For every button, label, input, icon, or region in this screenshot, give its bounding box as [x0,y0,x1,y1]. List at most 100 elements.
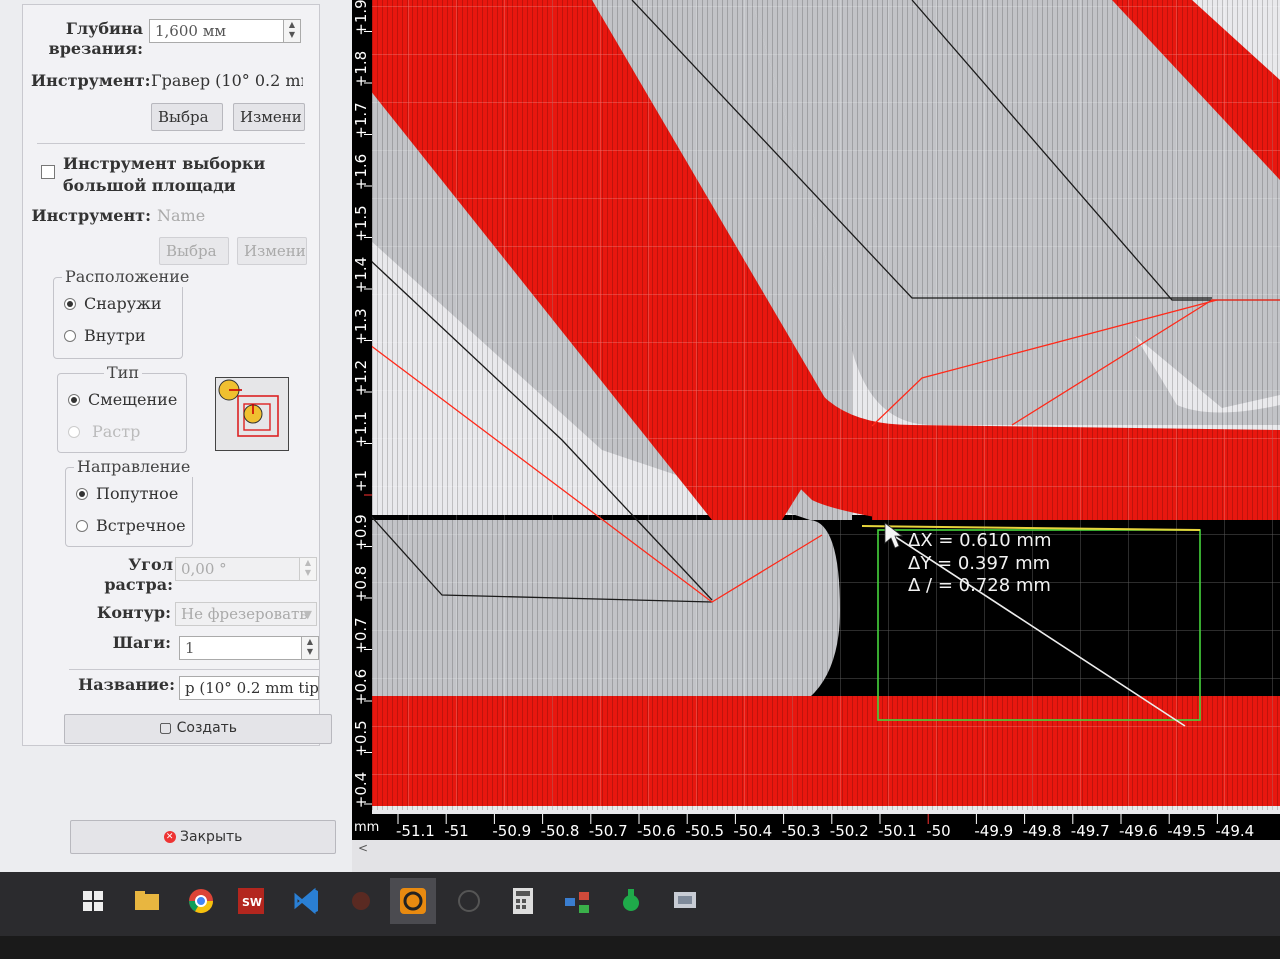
windows-start-icon[interactable] [70,878,116,924]
x-tick-label: -50.8 [541,822,580,840]
close-button[interactable]: ✕ Закрыть [70,820,336,854]
x-tick-label: -50.1 [878,822,917,840]
edit-tool-button[interactable]: Измени [233,103,305,131]
direction-legend: Направление [74,457,194,477]
placement-inside-radio[interactable] [64,330,76,342]
select-tool2-button[interactable]: Выбра [159,237,229,265]
direction-group: Направление Попутное Встречное [65,457,194,547]
app-icon[interactable] [338,878,384,924]
large-area-checkbox[interactable] [41,165,55,179]
depth-input[interactable]: 1,600 мм ▲ ▼ [149,19,301,43]
type-raster-label: Растр [92,422,141,441]
y-tick-label: +1.5 [352,205,370,241]
separator [69,669,319,670]
y-tick-label: +0.6 [352,669,370,705]
tool2-label: Инструмент: [31,206,151,225]
app-icon[interactable] [662,878,708,924]
type-offset-label: Смещение [88,390,178,409]
x-tick-label: -50.2 [830,822,869,840]
x-tick-label: -49.9 [974,822,1013,840]
file-explorer-icon[interactable] [124,878,170,924]
svg-text:SW: SW [242,896,262,909]
select-tool-label: Выбра [158,108,209,126]
placement-group: Расположение Снаружи Внутри [53,267,193,359]
direction-climb-label: Попутное [96,484,179,503]
y-tick-label: +1.9 [352,0,370,36]
y-tick-label: +1.2 [352,360,370,396]
direction-climb-radio[interactable] [76,488,88,500]
edit-tool2-label: Измени [244,242,306,260]
flatcam-icon[interactable] [390,878,436,924]
x-tick-label: -49.5 [1167,822,1206,840]
y-tick-label: +0.8 [352,566,370,602]
major-grid [370,0,1280,810]
type-raster-radio[interactable] [68,426,80,438]
x-tick-label: -50.4 [733,822,772,840]
steps-input[interactable]: 1 ▲ ▼ [179,636,319,660]
x-tick-label: -49.8 [1023,822,1062,840]
raster-angle-spinner-icon[interactable]: ▲ ▼ [299,558,316,580]
type-offset-radio[interactable] [68,394,80,406]
raster-angle-input[interactable]: 0,00 ° ▲ ▼ [175,557,317,581]
vscode-icon[interactable] [284,878,330,924]
depth-value: 1,600 мм [155,22,227,40]
taskbar: SW [0,872,1280,936]
name-input[interactable]: p (10° 0.2 mm tip)) [179,676,319,700]
x-tick-label: -49.6 [1119,822,1158,840]
y-tick-label: +1.3 [352,308,370,344]
direction-conventional-label: Встречное [96,516,186,535]
name-label: Название: [78,675,175,694]
pcb-canvas[interactable]: ΔX = 0.610 mm ΔY = 0.397 mm Δ / = 0.728 … [352,0,1280,880]
x-tick-label: -51.1 [396,822,435,840]
chrome-icon[interactable] [178,878,224,924]
large-area-label: Инструмент выборки большой площади [63,154,266,195]
y-tick-label: +1.8 [352,51,370,87]
x-tick-label: -50.6 [637,822,676,840]
depth-spinner-icon[interactable]: ▲ ▼ [283,20,300,42]
steps-value: 1 [185,639,195,657]
name-value: p (10° 0.2 mm tip)) [185,679,319,697]
x-tick-label: -50.5 [685,822,724,840]
contour-select[interactable]: Не фрезеровать ▼ [175,602,317,626]
screen: Глубина врезания: 1,600 мм ▲ ▼ Инструмент… [0,0,1280,880]
offset-preview-icon [215,377,289,451]
app-icon[interactable] [608,878,654,924]
calculator-icon[interactable] [500,878,546,924]
x-tick-label: -49.7 [1071,822,1110,840]
pcb-viewport[interactable]: ΔX = 0.610 mm ΔY = 0.397 mm Δ / = 0.728 … [352,0,1280,880]
app-icon[interactable] [446,878,492,924]
depth-label: Глубина врезания: [48,19,143,58]
create-label: Создать [176,720,238,736]
tool-label: Инструмент: [31,71,151,90]
tool-value: Гравер (10° 0.2 mm [151,71,303,90]
direction-conventional-radio[interactable] [76,520,88,532]
y-tick-label: +1 [352,470,370,492]
measure-dy: ΔY = 0.397 mm [908,553,1050,574]
placement-outside-label: Снаружи [84,294,162,313]
separator [37,143,305,144]
steps-spinner-icon[interactable]: ▲ ▼ [301,637,318,659]
units-label: mm [354,820,379,835]
x-tick-label: -49.4 [1215,822,1254,840]
y-tick-label: +0.9 [352,514,370,550]
measure-dl: Δ / = 0.728 mm [908,575,1051,596]
contour-value: Не фрезеровать [181,605,308,623]
solidworks-icon[interactable]: SW [228,878,274,924]
select-tool-button[interactable]: Выбра [151,103,223,131]
placement-outside-radio[interactable] [64,298,76,310]
x-tick-label: -50.9 [492,822,531,840]
edit-tool-label: Измени [240,108,302,126]
create-button[interactable]: ▢ Создать [64,714,332,744]
panel-frame: Глубина врезания: 1,600 мм ▲ ▼ Инструмент… [22,4,320,746]
x-tick-label: -50.3 [782,822,821,840]
close-icon: ✕ [163,831,176,843]
type-legend: Тип [104,363,142,383]
placement-inside-label: Внутри [84,326,146,345]
y-tick-label: +0.4 [352,772,370,808]
network-icon[interactable] [554,878,600,924]
x-tick-label: -50.7 [589,822,628,840]
contour-label: Контур: [96,603,171,622]
edit-tool2-button[interactable]: Измени [237,237,307,265]
type-group: Тип Смещение Растр [57,363,187,453]
scroll-left-icon[interactable]: < [358,841,368,855]
